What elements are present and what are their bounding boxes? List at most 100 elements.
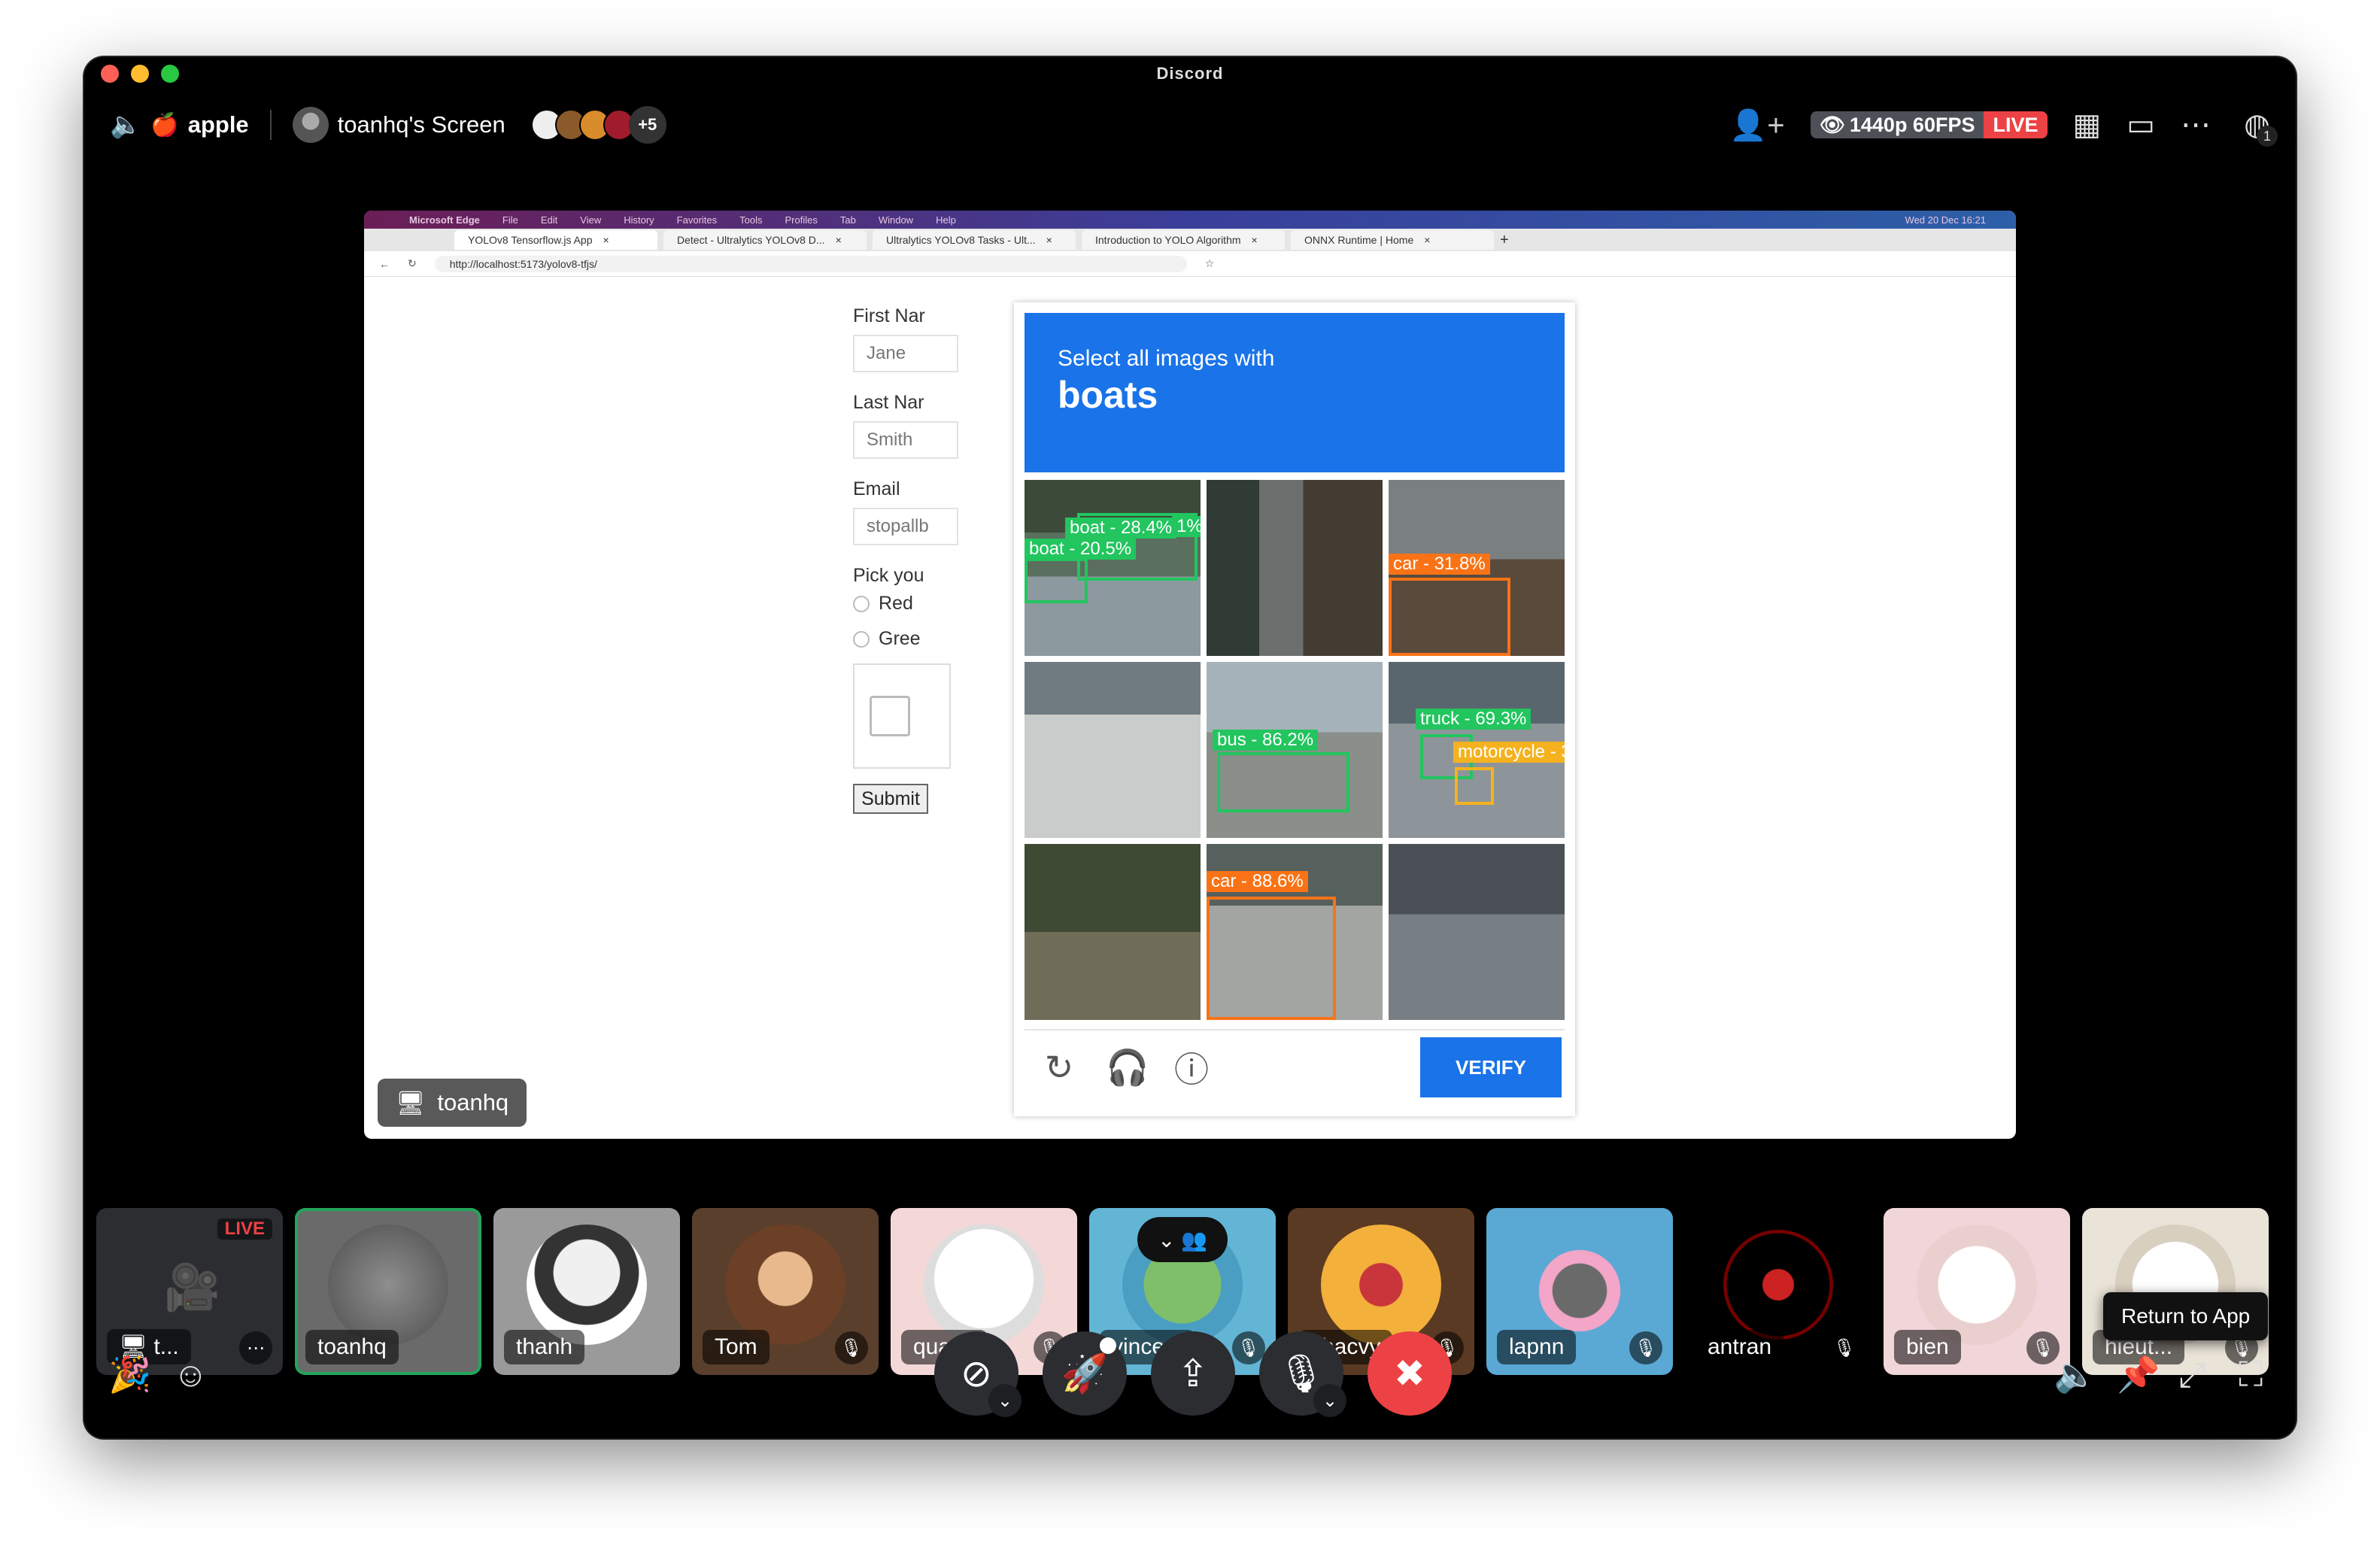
eye-icon: 👁 (1819, 114, 1845, 136)
menu-item: Tab (839, 214, 856, 226)
captcha-tile-9[interactable] (1389, 844, 1565, 1020)
avatar (924, 1225, 1044, 1345)
rocket-icon: 🚀 (1061, 1352, 1109, 1395)
screen-title: toanhq's Screen (337, 111, 505, 138)
pin-icon[interactable]: 📌 (2117, 1354, 2160, 1395)
captcha-tile-2[interactable] (1207, 480, 1383, 656)
header-actions: 👤+ 👁 1440p 60FPS LIVE ▦ ▭ ⋯ ◍ 1 (1729, 108, 2278, 147)
zoom-window-button[interactable] (161, 65, 179, 83)
call-controls: 🎉 ☺ ⊘ ⌄ 🚀 ⇪ 🎙 ⌄ ✖ 🔈 📌 ⤢ ⛶ (84, 1331, 2296, 1422)
new-tab-icon[interactable]: + (1500, 232, 1509, 249)
threads-icon[interactable]: ◍ 1 (2244, 108, 2278, 147)
captcha-tile-5[interactable]: bus - 86.2% (1207, 662, 1383, 838)
menu-item: Profiles (785, 214, 818, 226)
inbox-icon[interactable]: ▭ (2127, 108, 2155, 142)
chevron-down-icon[interactable]: ⌄ (988, 1384, 1022, 1417)
shared-screen[interactable]: Microsoft Edge File Edit View History Fa… (364, 211, 2016, 1139)
info-icon[interactable]: ⓘ (1172, 1043, 1211, 1092)
divider (269, 110, 272, 140)
radio-circle (853, 630, 870, 648)
detection-label: 1% (1172, 516, 1201, 537)
browser-tabs: YOLOv8 Tensorflow.js App × Detect - Ultra… (364, 229, 2016, 251)
captcha-checkbox-box (853, 663, 951, 769)
detection-box (1025, 558, 1088, 603)
add-user-icon[interactable]: 👤+ (1729, 108, 1784, 143)
camera-off-button[interactable]: ⊘ ⌄ (934, 1331, 1022, 1417)
email-input[interactable]: stopallb (853, 508, 958, 545)
browser-tab[interactable]: Ultralytics YOLOv8 Tasks - Ult... × (873, 230, 1076, 250)
captcha-target-object: boats (1058, 374, 1158, 416)
detection-label: boat - 28.4% (1065, 518, 1177, 539)
captcha-tile-4[interactable] (1025, 662, 1201, 838)
close-window-button[interactable] (101, 65, 119, 83)
mute-mic-button[interactable]: 🎙 ⌄ (1259, 1331, 1346, 1417)
reload-icon[interactable]: ↻ (408, 257, 417, 270)
emoji-icon[interactable]: ☺ (173, 1354, 208, 1395)
disconnect-button[interactable]: ✖ (1368, 1331, 1452, 1416)
minimize-window-button[interactable] (131, 65, 149, 83)
detection-label: truck - 69.3% (1416, 709, 1532, 730)
more-viewers-count: +5 (628, 106, 666, 144)
close-tab-icon[interactable]: × (1046, 234, 1052, 246)
verify-button[interactable]: VERIFY (1420, 1037, 1562, 1097)
activities-button[interactable]: 🚀 (1043, 1331, 1127, 1416)
screen-share-button[interactable]: ⇪ (1151, 1331, 1235, 1416)
avatar (527, 1225, 647, 1345)
screen-share-title[interactable]: toanhq's Screen (292, 107, 505, 143)
streamer-name-badge: 🖥 toanhq (378, 1079, 527, 1127)
captcha-checkbox[interactable] (870, 696, 910, 736)
grid-layout-icon[interactable]: ▦ (2073, 108, 2102, 142)
radio-red[interactable]: Red (853, 593, 973, 615)
browser-tab[interactable]: ONNX Runtime | Home × (1291, 230, 1494, 250)
server-channel[interactable]: 🔈 🍎 apple (110, 110, 249, 140)
address-toolbar: ← ↻ http://localhost:5173/yolov8-tfjs/ ☆ (364, 251, 2016, 277)
captcha-image-grid: boat - 28.4% 1% boat - 20.5% car - 31.8%… (1025, 480, 1565, 1020)
pick-label: Pick you (853, 565, 924, 586)
captcha-tile-3[interactable]: car - 31.8% (1389, 480, 1565, 656)
viewer-avatars[interactable]: +5 (530, 106, 666, 144)
menu-item: History (624, 214, 654, 226)
detection-box (1207, 897, 1336, 1020)
pop-out-icon[interactable]: ⤢ (2178, 1354, 2206, 1396)
browser-tab[interactable]: YOLOv8 Tensorflow.js App × (454, 230, 657, 250)
browser-tab[interactable]: Introduction to YOLO Algorithm × (1082, 230, 1285, 250)
detection-label: motorcycle - 32.9% (1453, 742, 1565, 763)
submit-button[interactable]: Submit (853, 784, 928, 814)
back-icon[interactable]: ← (379, 258, 390, 270)
close-tab-icon[interactable]: × (603, 234, 609, 246)
last-name-input[interactable]: Smith (853, 421, 958, 459)
video-camera-icon: 🎥 (164, 1262, 220, 1313)
captcha-tile-1[interactable]: boat - 28.4% 1% boat - 20.5% (1025, 480, 1201, 656)
fullscreen-icon[interactable]: ⛶ (2239, 1354, 2263, 1396)
soundboard-icon[interactable]: 🎉 (108, 1354, 151, 1395)
traffic-lights (101, 65, 179, 83)
chevron-down-icon[interactable]: ⌄ (1313, 1384, 1346, 1417)
captcha-tile-8[interactable]: car - 88.6% (1207, 844, 1383, 1020)
captcha-tile-7[interactable] (1025, 844, 1201, 1020)
collapse-participants-button[interactable]: ⌄ 👥 (1137, 1217, 1228, 1262)
menu-app: Microsoft Edge (409, 214, 480, 226)
screen-share-icon: 🖥 (396, 1089, 426, 1116)
detection-box (1217, 752, 1349, 812)
more-options-icon[interactable]: ⋯ (2181, 108, 2211, 142)
menu-item: Favorites (676, 214, 718, 226)
first-name-input[interactable]: Jane (853, 335, 958, 372)
browser-tab[interactable]: Detect - Ultralytics YOLOv8 D... × (663, 230, 867, 250)
volume-icon[interactable]: 🔈 (2054, 1354, 2096, 1395)
close-tab-icon[interactable]: × (1424, 234, 1430, 246)
refresh-icon[interactable]: ↻ (1040, 1047, 1079, 1088)
captcha-header: Select all images with boats (1025, 313, 1565, 472)
audio-challenge-icon[interactable]: 🎧 (1106, 1047, 1149, 1088)
menu-item: Edit (540, 214, 558, 226)
avatar (1321, 1225, 1441, 1345)
avatar (1917, 1225, 2037, 1345)
window-title: Discord (1156, 64, 1224, 83)
captcha-tile-6[interactable]: truck - 69.3% motorcycle - 32.9% (1389, 662, 1565, 838)
favorite-icon[interactable]: ☆ (1205, 257, 1215, 270)
close-tab-icon[interactable]: × (836, 234, 842, 246)
address-bar[interactable]: http://localhost:5173/yolov8-tfjs/ (434, 255, 1187, 272)
radio-green[interactable]: Gree (853, 628, 973, 650)
avatar (725, 1225, 845, 1345)
close-tab-icon[interactable]: × (1252, 234, 1258, 246)
last-name-label: Last Nar (853, 392, 924, 413)
